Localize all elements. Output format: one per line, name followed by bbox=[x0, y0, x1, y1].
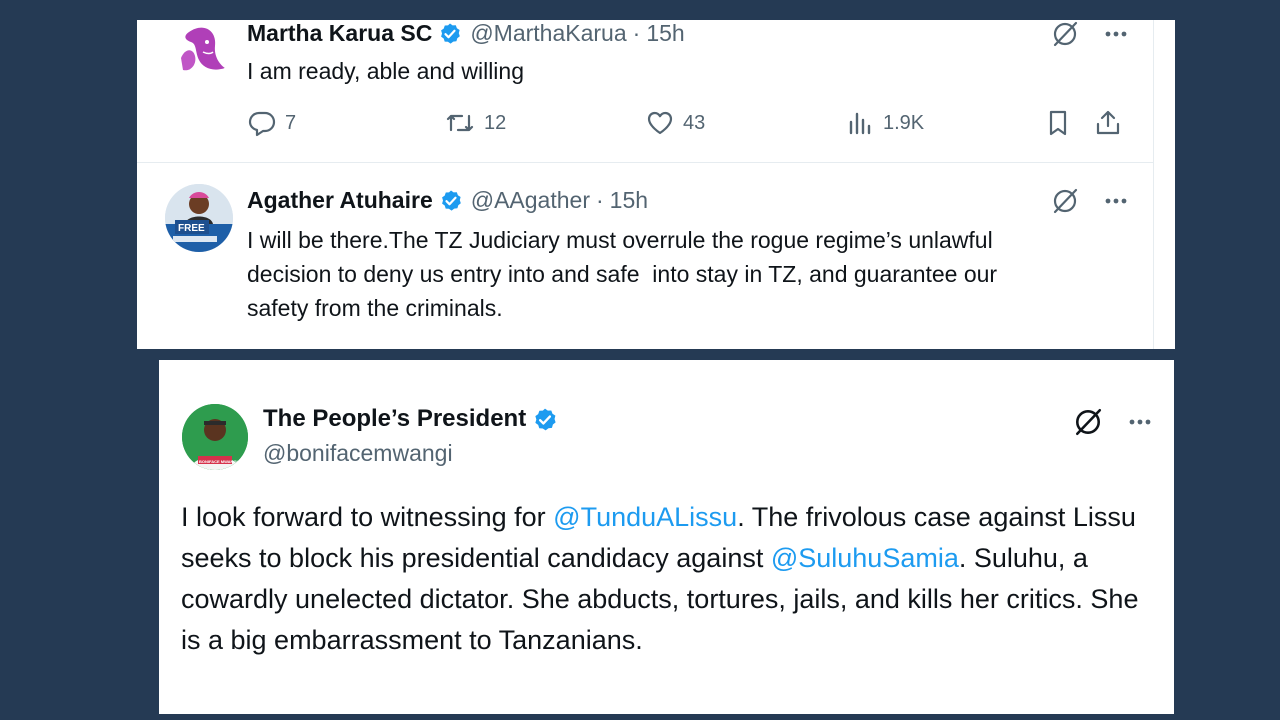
mention-link[interactable]: @SuluhuSamia bbox=[771, 543, 959, 573]
more-icon[interactable] bbox=[1127, 409, 1153, 435]
grok-icon[interactable] bbox=[1051, 187, 1079, 215]
grok-icon[interactable] bbox=[1073, 407, 1103, 437]
views-icon bbox=[845, 108, 883, 138]
like-icon bbox=[645, 108, 683, 138]
tweet-header: The People’s President bbox=[263, 405, 556, 433]
avatar-label: FREE bbox=[178, 223, 205, 234]
timeline-border bbox=[1153, 20, 1154, 349]
grok-icon[interactable] bbox=[1051, 20, 1079, 48]
tweet-actions: 7 12 43 1.9K bbox=[247, 108, 1127, 142]
reply-count: 7 bbox=[285, 111, 297, 134]
tweet-text: I will be there.The TZ Judiciary must ov… bbox=[247, 227, 998, 321]
tweet-martha-karua[interactable]: Martha Karua SC @MarthaKarua · 15h I am … bbox=[137, 20, 1153, 162]
timeline-panel: Martha Karua SC @MarthaKarua · 15h I am … bbox=[137, 20, 1175, 349]
retweet-count: 12 bbox=[484, 111, 507, 134]
tweet-header: Agather Atuhaire @AAgather · 15h bbox=[247, 187, 648, 214]
reply-button[interactable]: 7 bbox=[247, 108, 296, 138]
views-count: 1.9K bbox=[883, 111, 925, 134]
avatar[interactable] bbox=[169, 20, 231, 80]
retweet-button[interactable]: 12 bbox=[444, 108, 506, 138]
timestamp[interactable]: 15h bbox=[610, 187, 648, 214]
tweet-top-actions bbox=[1073, 407, 1153, 437]
mention-link[interactable]: @TunduALissu bbox=[553, 502, 737, 532]
tweet-text: I am ready, able and willing bbox=[247, 58, 524, 84]
avatar[interactable]: BONIFACE MWANGI bbox=[182, 404, 248, 470]
author-name[interactable]: The People’s President bbox=[263, 405, 526, 433]
tweet-top-actions bbox=[1051, 20, 1129, 48]
verified-badge-icon bbox=[532, 407, 556, 431]
author-name[interactable]: Martha Karua SC bbox=[247, 20, 432, 47]
bookmark-button[interactable] bbox=[1043, 108, 1081, 138]
more-icon[interactable] bbox=[1103, 21, 1129, 47]
timestamp[interactable]: 15h bbox=[646, 20, 684, 47]
author-handle[interactable]: @AAgather bbox=[471, 187, 590, 214]
tweet-header: Martha Karua SC @MarthaKarua · 15h bbox=[247, 20, 685, 47]
views-button[interactable]: 1.9K bbox=[845, 108, 924, 138]
verified-badge-icon bbox=[439, 189, 463, 213]
separator-dot: · bbox=[595, 187, 604, 213]
tweet-agather-atuhaire[interactable]: FREE Agather Atuhaire @AAgather · 15h I … bbox=[137, 163, 1153, 349]
separator-dot: · bbox=[632, 20, 641, 46]
retweet-icon bbox=[444, 108, 484, 138]
verified-badge-icon bbox=[438, 22, 462, 46]
reply-icon bbox=[247, 108, 285, 138]
like-button[interactable]: 43 bbox=[645, 108, 705, 138]
featured-tweet[interactable]: BONIFACE MWANGI The People’s President @… bbox=[159, 360, 1174, 714]
text-segment: I look forward to witnessing for bbox=[181, 502, 554, 532]
like-count: 43 bbox=[683, 111, 706, 134]
bookmark-icon bbox=[1043, 108, 1081, 138]
avatar[interactable]: FREE bbox=[165, 184, 233, 252]
share-button[interactable] bbox=[1093, 108, 1131, 138]
tweet-top-actions bbox=[1051, 187, 1129, 215]
author-handle[interactable]: @MarthaKarua bbox=[470, 20, 626, 47]
avatar-label: BONIFACE MWANGI bbox=[199, 459, 238, 464]
author-name[interactable]: Agather Atuhaire bbox=[247, 187, 433, 214]
tweet-text: I look forward to witnessing for @TunduA… bbox=[181, 497, 1141, 661]
author-handle[interactable]: @bonifacemwangi bbox=[263, 440, 453, 467]
more-icon[interactable] bbox=[1103, 188, 1129, 214]
share-icon bbox=[1093, 108, 1131, 138]
